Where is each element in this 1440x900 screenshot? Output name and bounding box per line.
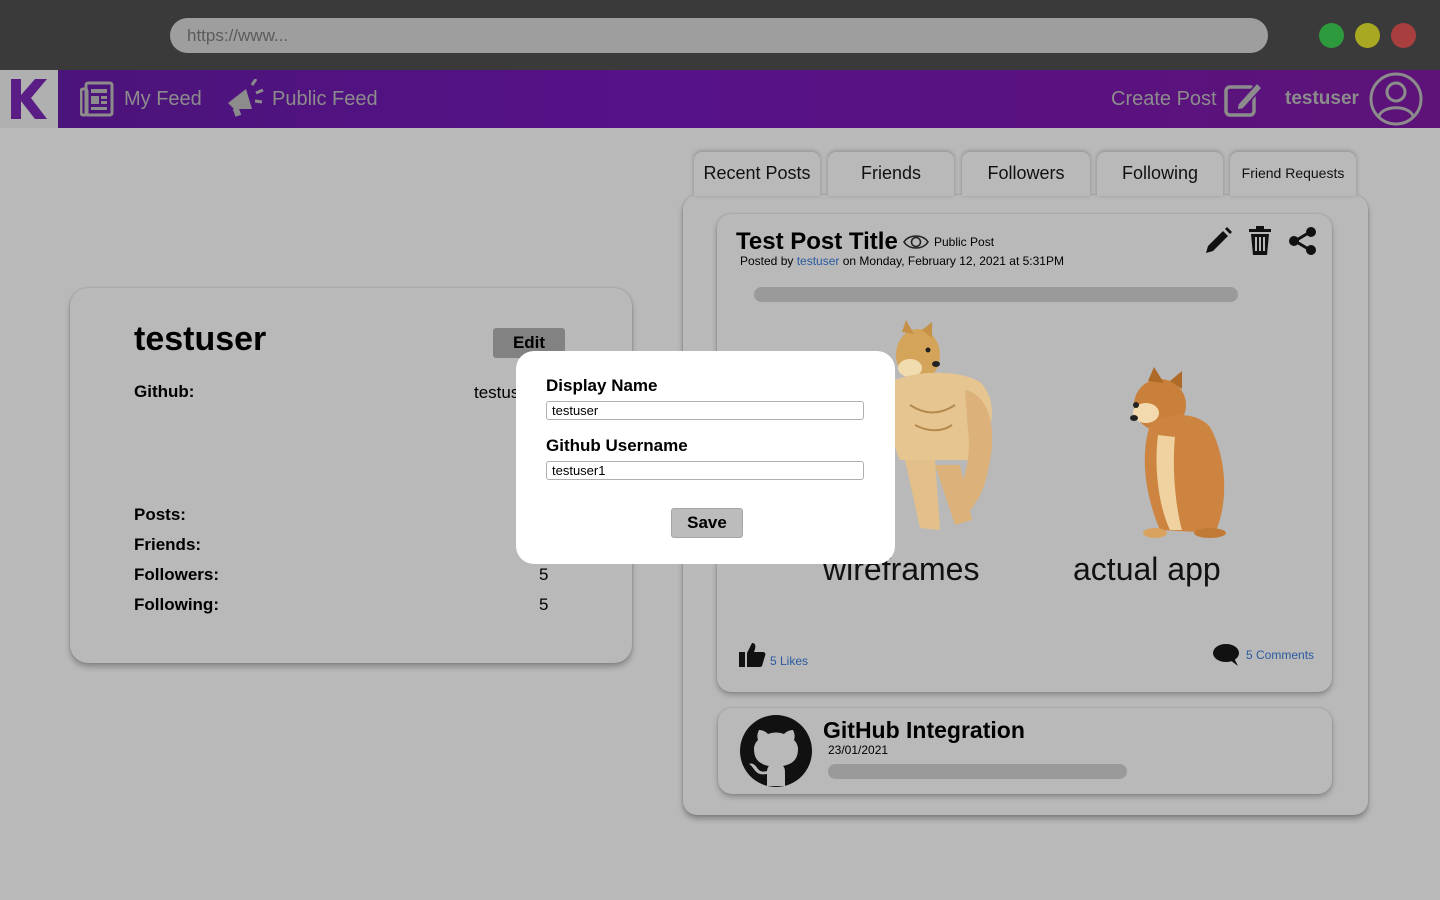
post-text-placeholder: [754, 287, 1238, 302]
tab-friends[interactable]: Friends: [828, 152, 954, 196]
user-avatar-icon: [1369, 72, 1423, 126]
followers-label: Followers:: [134, 565, 220, 584]
post-meta: Posted by testuser on Monday, February 1…: [740, 254, 1064, 268]
minimize-window-button[interactable]: [1355, 23, 1380, 48]
post-author-link[interactable]: testuser: [797, 254, 840, 268]
github-text-placeholder: [828, 764, 1127, 779]
megaphone-icon: [228, 79, 264, 117]
newspaper-icon: [80, 81, 114, 117]
visibility-badge: Public Post: [903, 233, 994, 251]
nav-public-feed-label: Public Feed: [272, 87, 378, 110]
share-icon[interactable]: [1288, 226, 1318, 256]
top-navbar: My Feed Public Feed Create Post testuser: [0, 70, 1440, 128]
k-logo-icon: [11, 79, 47, 119]
thumbs-up-icon: [739, 643, 766, 667]
posted-on-text: on Monday, February 12, 2021 at 5:31PM: [839, 254, 1064, 268]
github-card-date: 23/01/2021: [828, 743, 889, 757]
comments-count: 5 Comments: [1246, 648, 1315, 662]
likes-count: 5 Likes: [770, 654, 809, 668]
user-menu[interactable]: testuser: [1285, 70, 1423, 128]
close-window-button[interactable]: [1391, 23, 1416, 48]
browser-chrome: https://www...: [0, 0, 1440, 70]
github-icon: [740, 715, 812, 787]
post-title[interactable]: Test Post Title: [736, 228, 898, 256]
speech-bubble-icon: [1213, 644, 1239, 666]
app-logo[interactable]: [0, 70, 58, 128]
nav-public-feed[interactable]: Public Feed: [224, 70, 378, 128]
visibility-label: Public Post: [934, 235, 995, 249]
following-label: Following:: [134, 595, 219, 614]
nav-my-feed[interactable]: My Feed: [80, 70, 202, 128]
tab-recent-posts[interactable]: Recent Posts: [694, 152, 820, 196]
url-bar[interactable]: https://www...: [170, 18, 1268, 53]
nav-my-feed-label: My Feed: [124, 87, 202, 110]
trash-icon[interactable]: [1248, 226, 1272, 256]
posts-label: Posts:: [134, 505, 186, 524]
eye-icon: [903, 235, 929, 249]
edit-square-icon: [1223, 81, 1263, 117]
github-label: Github:: [134, 382, 195, 401]
tab-followers[interactable]: Followers: [962, 152, 1090, 196]
tab-friend-requests[interactable]: Friend Requests: [1230, 152, 1356, 196]
github-username-input[interactable]: [546, 461, 864, 480]
display-name-label: Display Name: [546, 376, 658, 395]
caption-actual-app: actual app: [1073, 551, 1221, 587]
likes-button[interactable]: 5 Likes: [738, 642, 808, 668]
following-count: 5: [539, 595, 549, 614]
nav-username: testuser: [1285, 88, 1359, 109]
edit-profile-modal: Display Name Github Username Save: [516, 351, 895, 564]
friends-label: Friends:: [134, 535, 202, 554]
github-username-label: Github Username: [546, 436, 688, 455]
tab-following[interactable]: Following: [1097, 152, 1223, 196]
profile-name: testuser: [134, 320, 267, 358]
github-card-title: GitHub Integration: [823, 717, 1025, 743]
maximize-window-button[interactable]: [1319, 23, 1344, 48]
create-post-button[interactable]: Create Post: [1111, 70, 1265, 128]
display-name-input[interactable]: [546, 401, 864, 420]
followers-count: 5: [539, 565, 549, 584]
posted-by-prefix: Posted by: [740, 254, 797, 268]
cheems-image: [1130, 367, 1226, 538]
save-button[interactable]: Save: [671, 508, 743, 538]
pencil-icon[interactable]: [1203, 226, 1233, 256]
comments-button[interactable]: 5 Comments: [1212, 643, 1314, 667]
create-post-label: Create Post: [1111, 87, 1217, 110]
buff-doge-image: [889, 320, 993, 530]
